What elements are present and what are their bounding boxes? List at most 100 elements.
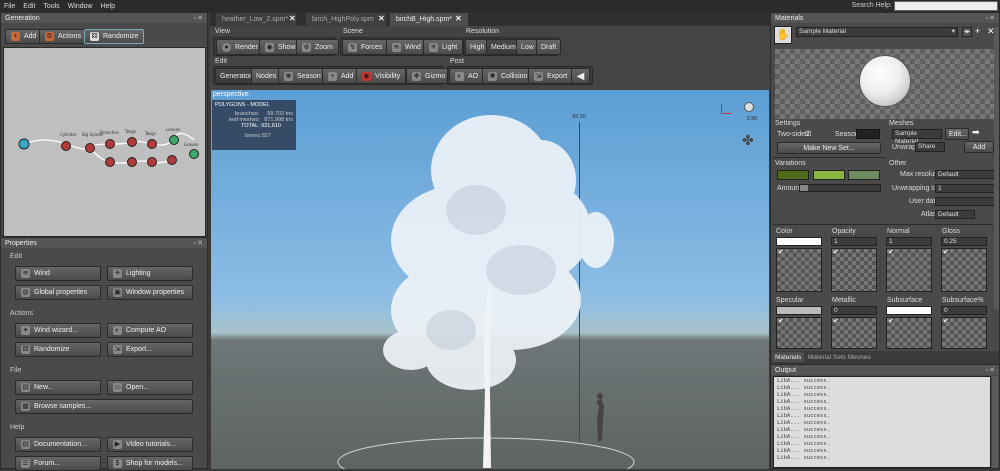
light-button[interactable]: ☀ Light (423, 39, 464, 55)
close-tab-icon[interactable]: ✕ (378, 14, 385, 23)
amount-slider-thumb[interactable] (800, 185, 808, 191)
video-tutorials-button[interactable]: ▶ Video tutorials... (107, 437, 193, 452)
graph-node[interactable] (147, 139, 157, 149)
material-preview[interactable] (775, 49, 997, 119)
browse-samples-button[interactable]: ▦ Browse samples... (15, 399, 193, 414)
menu-file[interactable]: File (4, 3, 15, 10)
global-properties-button[interactable]: ◍ Global properties (15, 285, 101, 300)
normal-map-value[interactable]: 1 (886, 237, 932, 246)
back-arrow-button[interactable]: ◀ (571, 68, 590, 84)
resolution-draft-button[interactable]: Draft (536, 39, 562, 55)
menu-window[interactable]: Window (68, 3, 93, 10)
subsurface-percent-value[interactable]: 0 (941, 306, 987, 315)
mesh-add-button[interactable]: Add (964, 141, 994, 153)
graph-node[interactable] (147, 157, 157, 167)
normal-map-check-icon[interactable]: ✔ (888, 248, 894, 256)
subsurface-map-swatch[interactable] (886, 306, 932, 315)
unwrapping-scale-input[interactable]: 1 (935, 184, 995, 193)
specular-map-swatch[interactable] (776, 306, 822, 315)
generator-graph[interactable]: Cylinder Big Spines Branches Twigs Twigs… (3, 47, 206, 237)
tab-birch-highpoly[interactable]: birch_HighPoly.spm (306, 13, 386, 26)
specular-map-check-icon[interactable]: ✔ (778, 317, 784, 325)
metallic-map-value[interactable]: 0 (831, 306, 877, 315)
gloss-map-value[interactable]: 0.25 (941, 237, 987, 246)
new-button[interactable]: ▤ New... (15, 380, 101, 395)
gloss-map-check-icon[interactable]: ✔ (943, 248, 949, 256)
output-log[interactable]: LibA... success. LibA... success. LibA... … (773, 376, 991, 468)
forces-button[interactable]: ↯ Forces (342, 39, 389, 55)
mesh-arrow-icon[interactable]: ➡ (972, 127, 980, 138)
color-map-check-icon[interactable]: ✔ (778, 248, 784, 256)
window-properties-button[interactable]: ▣ Window properties (107, 285, 193, 300)
subsurface-percent-check-icon[interactable]: ✔ (943, 317, 949, 325)
panel-controls-icon[interactable]: ▫✕ (986, 366, 996, 374)
tab-meshes[interactable]: Meshes (845, 352, 874, 362)
graph-canvas[interactable]: Cylinder Big Spines Branches Twigs Twigs… (4, 48, 207, 238)
output-scrollbar[interactable] (992, 376, 998, 468)
compute-ao-button[interactable]: ◐ Compute AO (107, 323, 193, 338)
opacity-map-check-icon[interactable]: ✔ (833, 248, 839, 256)
graph-node-leaves[interactable] (189, 149, 199, 159)
graph-node[interactable] (105, 139, 115, 149)
add-material-icon[interactable]: + (975, 26, 980, 36)
mesh-edit-button[interactable]: Edit... (945, 128, 969, 140)
variation-swatch-2[interactable] (813, 170, 845, 180)
graph-node-leaves[interactable] (169, 135, 179, 145)
season-button[interactable]: ❀ Season (278, 68, 327, 84)
panel-controls-icon[interactable]: ▫✕ (986, 14, 996, 22)
menu-edit[interactable]: Edit (23, 3, 35, 10)
export-toolbar-button[interactable]: ⇲ Export (528, 68, 574, 84)
graph-node[interactable] (105, 157, 115, 167)
add-button[interactable]: + Add (5, 29, 43, 44)
panel-controls-icon[interactable]: ▫✕ (194, 239, 204, 247)
tab-materials[interactable]: Materials (772, 352, 805, 362)
zoom-button[interactable]: ⊕ Zoom (296, 39, 339, 55)
max-resolution-select[interactable]: Default (935, 170, 995, 179)
menu-help[interactable]: Help (101, 3, 115, 10)
3d-viewport[interactable]: perspective POLYGONS - MODEL branches: 59… (211, 90, 769, 469)
wind-button[interactable]: ≋ Wind (15, 266, 101, 281)
graph-node-branches[interactable] (85, 143, 95, 153)
make-new-set-button[interactable]: Make New Set... (777, 142, 881, 154)
variation-swatch-1[interactable] (777, 170, 809, 180)
color-map-swatch[interactable] (776, 237, 822, 246)
gizmo-button[interactable]: ✥ Gizmo (406, 68, 452, 84)
wind-toolbar-button[interactable]: ≋ Wind (386, 39, 427, 55)
graph-node-trunk[interactable] (61, 141, 71, 151)
render-button[interactable]: ● Render (216, 39, 264, 55)
menu-tools[interactable]: Tools (43, 3, 59, 10)
materials-scrollbar[interactable] (994, 27, 999, 309)
close-tab-icon[interactable]: ✕ (289, 14, 296, 23)
collision-button[interactable]: ✺ Collision (482, 68, 534, 84)
material-options-icon[interactable]: ◂▸ (962, 27, 972, 37)
add-toolbar-button[interactable]: + Add (322, 68, 360, 84)
graph-node[interactable] (127, 157, 137, 167)
atlas-select[interactable]: Default (935, 210, 975, 219)
documentation-button[interactable]: ▤ Documentation... (15, 437, 101, 452)
randomize-button[interactable]: ⚄ Randomize (84, 29, 145, 44)
subsurface-map-check-icon[interactable]: ✔ (888, 317, 894, 325)
export-prop-button[interactable]: ⇲ Export... (107, 342, 193, 357)
variation-swatch-3[interactable] (848, 170, 880, 180)
material-select[interactable]: Sample Material ▾ (796, 27, 958, 37)
ao-button[interactable]: ◐ AO (449, 68, 485, 84)
tab-material-sets[interactable]: Material Sets (805, 352, 849, 362)
close-tab-icon[interactable]: ✕ (455, 14, 462, 23)
panel-controls-icon[interactable]: ▫✕ (194, 14, 204, 22)
actions-button[interactable]: ⚙ Actions (39, 29, 87, 44)
wind-wizard-button[interactable]: ✦ Wind wizard... (15, 323, 101, 338)
metallic-map-check-icon[interactable]: ✔ (833, 317, 839, 325)
tab-heather[interactable]: heather_Low_2.spm* (216, 13, 296, 26)
randomize-prop-button[interactable]: ⚄ Randomize (15, 342, 101, 357)
season-swatch[interactable] (856, 129, 880, 139)
hand-tool-icon[interactable]: ✋ (774, 26, 792, 44)
open-button[interactable]: ▭ Open... (107, 380, 193, 395)
graph-node[interactable] (127, 137, 137, 147)
visibility-button[interactable]: ◉ Visibility (356, 68, 407, 84)
opacity-map-value[interactable]: 1 (831, 237, 877, 246)
nodes-button[interactable]: Nodes (251, 68, 282, 84)
amount-slider[interactable] (799, 184, 881, 192)
search-help-input[interactable] (894, 1, 998, 11)
lighting-button[interactable]: ☀ Lighting (107, 266, 193, 281)
unwrap-select[interactable]: Share (915, 142, 945, 152)
